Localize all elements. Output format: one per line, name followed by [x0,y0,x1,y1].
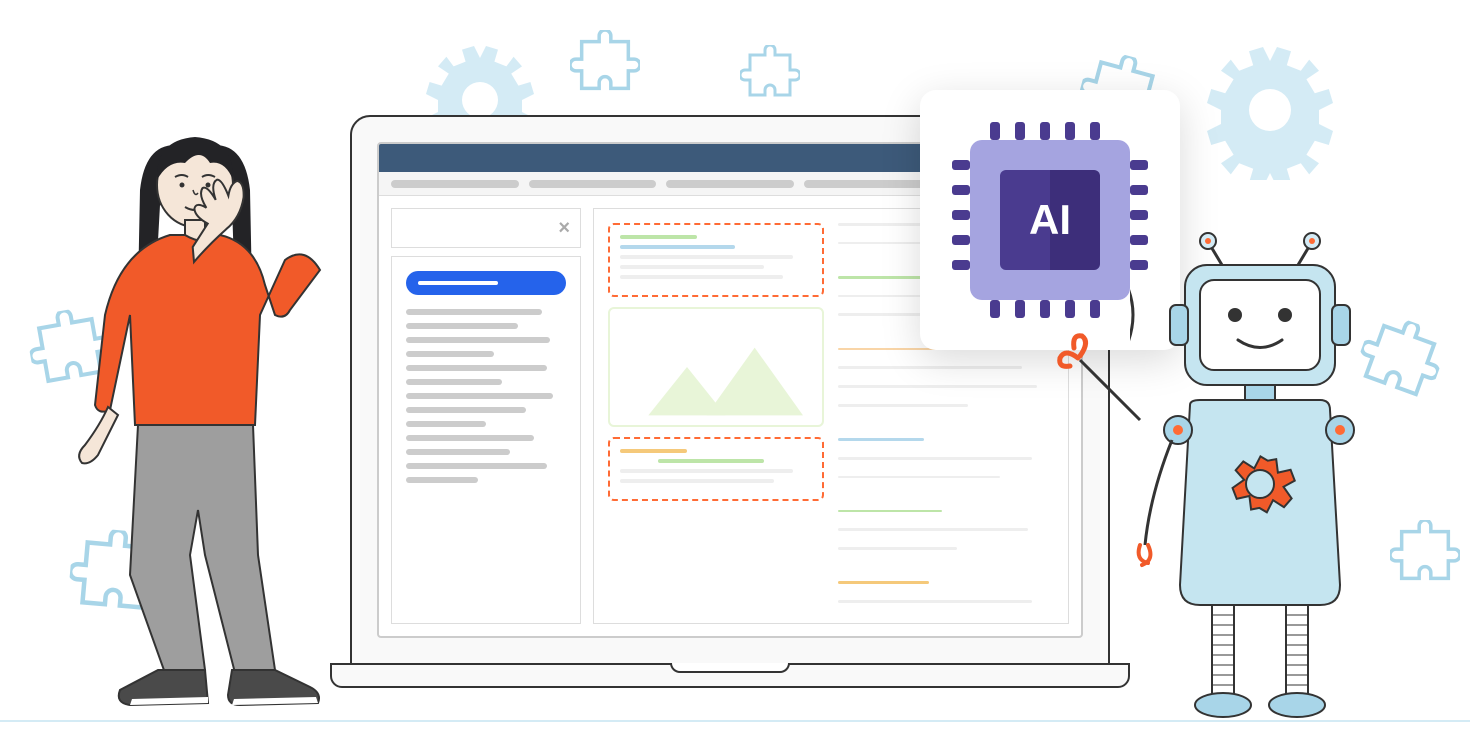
gear-icon-bg-2 [1200,40,1340,180]
robot-arm-claw [1050,330,1170,450]
person-illustration [60,115,380,715]
robot-illustration [1130,215,1390,715]
highlighted-block-1 [608,223,824,297]
puzzle-icon-2 [740,45,800,105]
ai-chip-label: AI [1029,196,1071,244]
primary-button-placeholder [406,271,566,295]
close-icon: × [558,217,570,240]
ai-chip-icon: AI [970,140,1130,300]
puzzle-icon-1 [570,30,640,100]
laptop-base [330,663,1130,688]
sidebar-panel: × [391,208,581,624]
highlighted-block-2 [608,437,824,501]
image-placeholder [608,307,824,427]
puzzle-icon-7 [1390,520,1460,590]
